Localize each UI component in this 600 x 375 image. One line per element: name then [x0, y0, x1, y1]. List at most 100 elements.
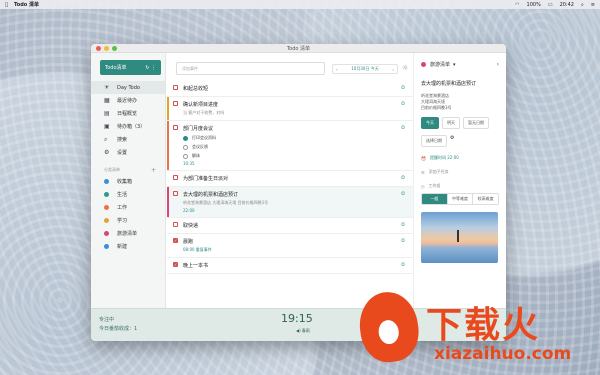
subtask-item[interactable]: 解体	[183, 153, 405, 159]
detail-list-name[interactable]: 旅游清单	[430, 61, 450, 68]
task-row[interactable]: 确认新项目进度当 客户对于收费，对吗 ⏲	[167, 97, 413, 121]
sidebar-item-day-todo[interactable]: ☀ Day Todo	[91, 81, 165, 94]
task-checkbox[interactable]	[173, 101, 178, 106]
focus-timer[interactable]: 19:15	[281, 312, 313, 325]
sync-icon[interactable]: ↻ ⋮	[145, 65, 156, 71]
sidebar-list-item[interactable]: 新建	[91, 240, 165, 253]
sidebar-list-item[interactable]: 收集箱	[91, 175, 165, 188]
timer-icon[interactable]: ⏲	[401, 238, 405, 244]
task-row[interactable]: 为部门准备生日派对 ⏲	[167, 171, 413, 187]
task-title: 去大理的机票和酒店预订	[183, 192, 239, 198]
timer-icon[interactable]: ⏲	[401, 85, 405, 91]
task-checkbox[interactable]	[173, 262, 178, 267]
add-list-icon[interactable]: +	[151, 167, 156, 174]
subtask-checkbox[interactable]	[183, 135, 188, 141]
close-window-button[interactable]	[96, 45, 101, 51]
list-color-dot	[421, 62, 426, 67]
timer-icon[interactable]: ⏲	[401, 175, 405, 181]
list-color-dot	[104, 192, 109, 197]
gear-icon[interactable]: ⚙	[450, 135, 454, 147]
task-title: 晨跑	[183, 239, 194, 245]
ambient-sound[interactable]: ◀) 春雨	[296, 328, 310, 334]
task-checkbox[interactable]	[173, 175, 178, 180]
task-list-panel: 添加事件 ‹ 10月30日 今天 › ☼ 和起总收短 ⏲ 确认新项目进度当 客户对于收费…	[167, 53, 413, 308]
subtask-checkbox[interactable]	[183, 144, 188, 150]
control-center-icon[interactable]: ≡	[591, 2, 595, 8]
timer-icon[interactable]: ⏲	[401, 125, 405, 131]
difficulty-high[interactable]: 较高难度	[473, 194, 498, 204]
task-row[interactable]: 部门月度会议 打印会议资料 会议反馈 解体 10:35 ⏲	[167, 121, 413, 171]
subtask-label: 会议反馈	[192, 144, 208, 149]
date-picker[interactable]: ‹ 10月30日 今天 ›	[332, 64, 398, 74]
subtask-label: 打印会议资料	[192, 135, 216, 140]
subtask-item[interactable]: 会议反馈	[183, 144, 405, 150]
minimize-window-button[interactable]	[104, 45, 109, 51]
timer-icon[interactable]: ⏲	[401, 222, 405, 228]
gear-icon: ⚙	[104, 149, 110, 156]
menubar-time[interactable]: 20:42	[560, 2, 574, 8]
sidebar-list-item[interactable]: 旅游清单	[91, 227, 165, 240]
subtask-checkbox[interactable]	[183, 153, 188, 159]
tag-no-date[interactable]: 暂无日期	[463, 117, 489, 129]
sidebar-item-recent[interactable]: ▦ 最近待办	[91, 94, 165, 107]
task-row[interactable]: 去大理的机票和酒店预订 听花堂海景酒店 大理洱海天境 目前价格四晚3号 22:00 ⏲	[167, 187, 413, 218]
timer-icon[interactable]: ⏲	[401, 101, 405, 107]
alarm-icon: ⏰	[421, 155, 426, 161]
subtask-item[interactable]: 打印会议资料	[183, 135, 405, 141]
wifi-icon[interactable]: ◠	[515, 2, 519, 8]
task-row[interactable]: 取快递 ⏲	[167, 218, 413, 234]
prev-day-icon[interactable]: ‹	[336, 67, 338, 72]
priority-bar	[167, 187, 169, 217]
tag-tomorrow[interactable]: 明天	[442, 117, 460, 129]
sidebar-list-item[interactable]: 工作	[91, 201, 165, 214]
brand-button[interactable]: Todo清单 ↻ ⋮	[100, 60, 161, 75]
window-title: Todo 清单	[286, 45, 311, 52]
sidebar-item-settings[interactable]: ⚙ 设置	[91, 146, 165, 159]
battery-icon[interactable]: ▭	[548, 2, 553, 8]
photo-figure	[457, 230, 459, 242]
task-title: 和起总收短	[183, 86, 209, 92]
reminder-row[interactable]: ⏰ 提醒时间 22:00	[421, 155, 499, 161]
zoom-window-button[interactable]	[112, 45, 117, 51]
chevron-right-icon[interactable]: ›	[497, 61, 499, 68]
attached-photo[interactable]	[421, 212, 498, 263]
tag-today[interactable]: 今天	[421, 117, 439, 129]
add-subtask-row[interactable]: ☰ 添加子任务	[421, 169, 499, 175]
sidebar-list-item[interactable]: 学习	[91, 214, 165, 227]
sidebar-item-inbox[interactable]: ▣ 待办箱（3）	[91, 120, 165, 133]
subtask-icon: ☰	[421, 169, 425, 175]
difficulty-normal[interactable]: 一般	[422, 194, 448, 204]
task-checkbox[interactable]	[173, 222, 178, 227]
task-row[interactable]: 晨跑 08:00 重复事件 ⏲	[167, 234, 413, 258]
brightness-icon[interactable]: ☼	[402, 64, 408, 72]
task-checkbox[interactable]	[173, 85, 178, 90]
calendar-icon: ▦	[104, 97, 110, 104]
task-checkbox[interactable]	[173, 191, 178, 196]
reminder-label: 提醒时间 22:00	[429, 155, 459, 160]
task-row[interactable]: 和起总收短 ⏲	[167, 81, 413, 97]
menubar-app-name[interactable]: Todo 清单	[14, 1, 39, 8]
add-task-input[interactable]: 添加事件	[176, 62, 325, 75]
sidebar-item-schedule[interactable]: ▤ 日程概览	[91, 107, 165, 120]
task-checkbox[interactable]	[173, 238, 178, 243]
sidebar-list-label: 收集箱	[117, 179, 133, 185]
chevron-down-icon[interactable]: ▾	[453, 62, 456, 68]
next-day-icon[interactable]: ›	[392, 67, 394, 72]
sidebar-item-search[interactable]: ⌕ 搜索	[91, 133, 165, 146]
choose-date-button[interactable]: 选择日期	[421, 135, 447, 147]
timer-icon[interactable]: ⏲	[401, 191, 405, 197]
sidebar-list-item[interactable]: 生活	[91, 188, 165, 201]
detail-notes[interactable]: 听花堂海景酒店 大理洱海天境 目前价格四晚3号	[421, 93, 499, 111]
apple-icon[interactable]: 	[5, 2, 8, 8]
sidebar-list-label: 学习	[117, 218, 128, 224]
detail-title[interactable]: 去大理的机票和酒店预订	[421, 80, 499, 87]
sidebar-item-label: 待办箱（3）	[117, 124, 146, 130]
sidebar-list-label: 工作	[117, 205, 128, 211]
title-bar[interactable]: Todo 清单	[91, 44, 506, 53]
timer-icon[interactable]: ⏲	[401, 262, 405, 268]
task-row[interactable]: 晚上一本书 ⏲	[167, 258, 413, 274]
search-icon[interactable]: ⌕	[581, 2, 584, 8]
workload-label: 工作组	[428, 183, 441, 188]
task-checkbox[interactable]	[173, 125, 178, 130]
difficulty-medium[interactable]: 中等难度	[448, 194, 474, 204]
